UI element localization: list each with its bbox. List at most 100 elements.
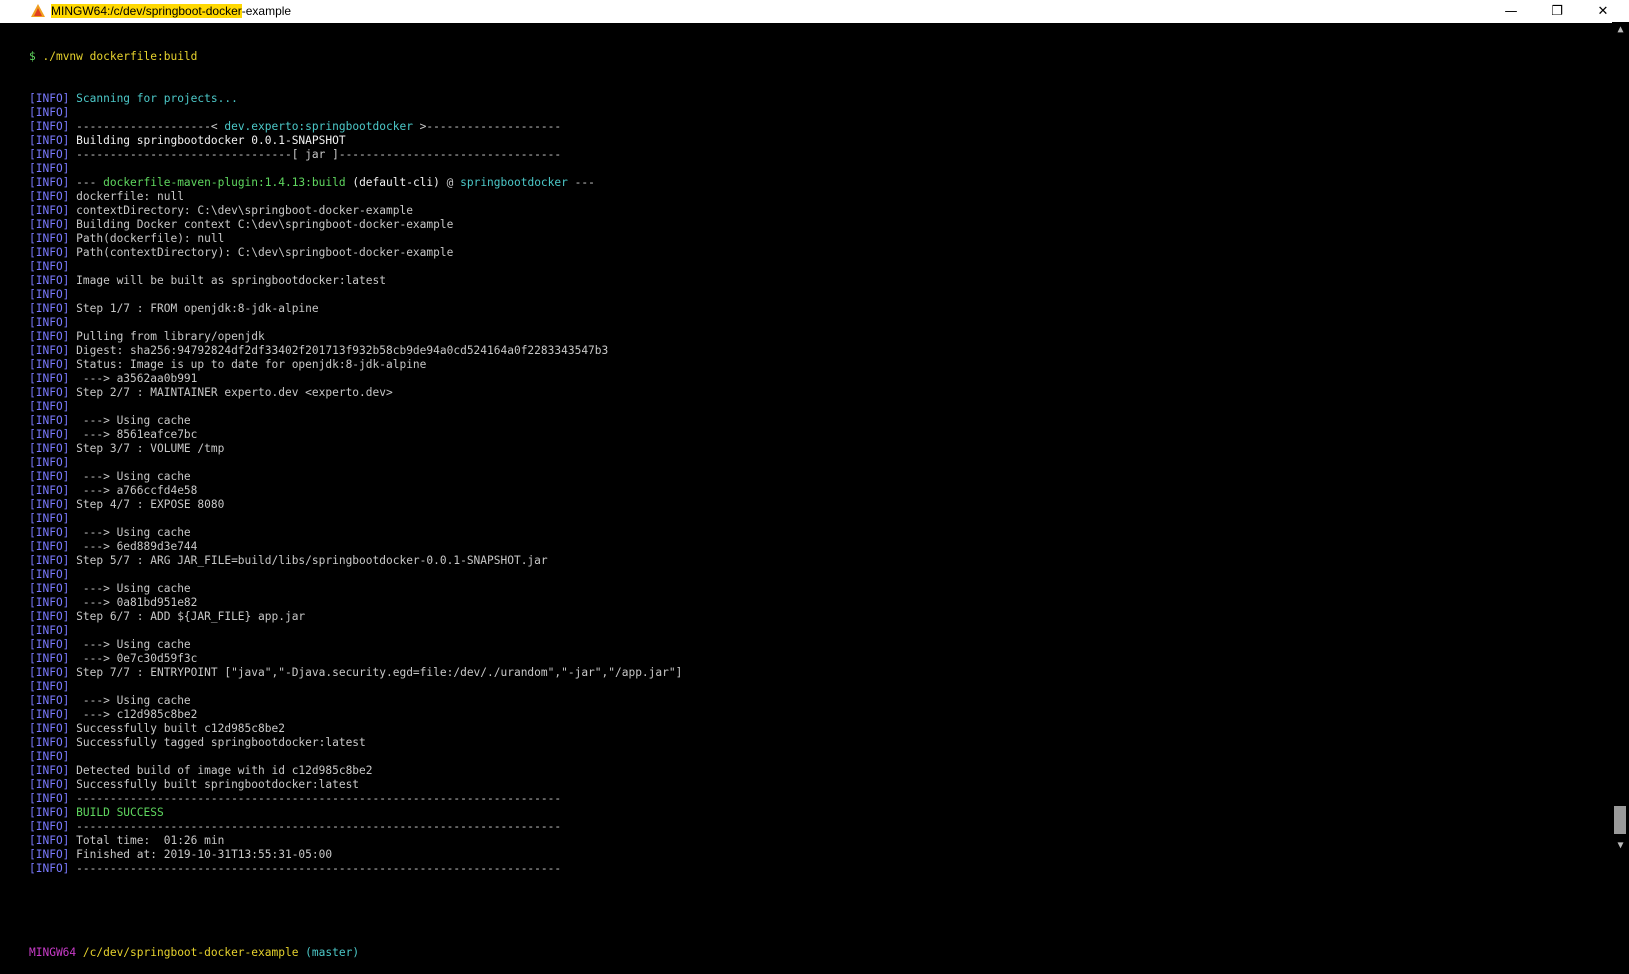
log-line: [INFO] ---> Using cache: [29, 582, 1609, 596]
prompt-path: /c/dev/springboot-docker-example: [76, 946, 299, 959]
log-line: [INFO]: [29, 568, 1609, 582]
title-bar: MINGW64:/c/dev/springboot-docker-example…: [0, 0, 1629, 23]
log-level-tag: [INFO]: [29, 666, 70, 679]
log-level-tag: [INFO]: [29, 302, 70, 315]
log-line: [INFO]: [29, 400, 1609, 414]
terminal-output[interactable]: $ ./mvnw dockerfile:build [INFO] Scannin…: [29, 22, 1609, 959]
log-text: ---> Using cache: [69, 526, 191, 539]
log-level-tag: [INFO]: [29, 764, 70, 777]
log-level-tag: [INFO]: [29, 848, 70, 861]
log-level-tag: [INFO]: [29, 330, 70, 343]
log-level-tag: [INFO]: [29, 190, 70, 203]
log-level-tag: [INFO]: [29, 288, 70, 301]
log-text: ---> Using cache: [69, 582, 191, 595]
git-bash-icon: [31, 4, 45, 17]
log-level-tag: [INFO]: [29, 582, 70, 595]
log-level-tag: [INFO]: [29, 834, 70, 847]
log-level-tag: [INFO]: [29, 316, 70, 329]
log-level-tag: [INFO]: [29, 652, 70, 665]
log-text: ---> Using cache: [69, 638, 191, 651]
log-level-tag: [INFO]: [29, 792, 70, 805]
log-level-tag: [INFO]: [29, 512, 70, 525]
log-line: [INFO] Successfully built c12d985c8be2: [29, 722, 1609, 736]
log-line: [INFO] Step 3/7 : VOLUME /tmp: [29, 442, 1609, 456]
log-text: Pulling from library/openjdk: [69, 330, 265, 343]
log-text: Detected build of image with id c12d985c…: [69, 764, 373, 777]
log-level-tag: [INFO]: [29, 638, 70, 651]
close-button[interactable]: ✕: [1580, 0, 1626, 23]
close-icon: ✕: [1597, 4, 1609, 19]
restore-icon: ❐: [1551, 4, 1563, 19]
log-level-tag: [INFO]: [29, 204, 70, 217]
log-text: ---> Using cache: [69, 470, 191, 483]
log-text: Status: Image is up to date for openjdk:…: [69, 358, 427, 371]
log-line: [INFO] ---> 0e7c30d59f3c: [29, 652, 1609, 666]
log-text: ---> Using cache: [69, 694, 191, 707]
log-text: Step 4/7 : EXPOSE 8080: [69, 498, 225, 511]
log-line: [INFO]: [29, 288, 1609, 302]
log-line: [INFO] ---> Using cache: [29, 526, 1609, 540]
log-text: Digest: sha256:94792824df2df33402f201713…: [69, 344, 609, 357]
log-level-tag: [INFO]: [29, 92, 70, 105]
log-level-tag: [INFO]: [29, 414, 70, 427]
log-text: BUILD SUCCESS: [69, 806, 164, 819]
log-line: [INFO] Building springbootdocker 0.0.1-S…: [29, 134, 1609, 148]
log-level-tag: [INFO]: [29, 400, 70, 413]
log-level-tag: [INFO]: [29, 820, 70, 833]
log-line: [INFO] Detected build of image with id c…: [29, 764, 1609, 778]
log-text: ---> 0a81bd951e82: [69, 596, 198, 609]
log-line: [INFO] ---> c12d985c8be2: [29, 708, 1609, 722]
log-text: dev.experto:springbootdocker: [224, 120, 413, 133]
minimize-button[interactable]: —: [1488, 0, 1534, 23]
log-line: [INFO] Total time: 01:26 min: [29, 834, 1609, 848]
log-text: contextDirectory: C:\dev\springboot-dock…: [69, 204, 413, 217]
log-line: [INFO] --------------------< dev.experto…: [29, 120, 1609, 134]
log-level-tag: [INFO]: [29, 442, 70, 455]
log-level-tag: [INFO]: [29, 750, 70, 763]
log-line: [INFO] BUILD SUCCESS: [29, 806, 1609, 820]
log-line: [INFO] ---------------------------------…: [29, 820, 1609, 834]
log-line: [INFO] Pulling from library/openjdk: [29, 330, 1609, 344]
prompt-symbol: $: [29, 50, 36, 63]
log-level-tag: [INFO]: [29, 610, 70, 623]
log-text: Successfully built springbootdocker:late…: [69, 778, 360, 791]
log-text: Image will be built as springbootdocker:…: [69, 274, 386, 287]
log-text: Building springbootdocker 0.0.1-SNAPSHOT: [69, 134, 346, 147]
log-line: [INFO] Digest: sha256:94792824df2df33402…: [29, 344, 1609, 358]
log-line: [INFO] Image will be built as springboot…: [29, 274, 1609, 288]
log-text: springbootdocker: [460, 176, 568, 189]
log-text: Step 2/7 : MAINTAINER experto.dev <exper…: [69, 386, 393, 399]
log-level-tag: [INFO]: [29, 722, 70, 735]
log-line: [INFO] Path(dockerfile): null: [29, 232, 1609, 246]
log-line: [INFO]: [29, 456, 1609, 470]
scroll-up-icon[interactable]: ▲: [1612, 24, 1629, 40]
command-text: ./mvnw dockerfile:build: [35, 50, 198, 63]
log-text: ---> 6ed889d3e744: [69, 540, 198, 553]
log-text: Path(contextDirectory): C:\dev\springboo…: [69, 246, 454, 259]
scroll-down-icon[interactable]: ▼: [1612, 840, 1629, 856]
scrollbar-thumb[interactable]: [1614, 806, 1626, 834]
log-line: [INFO] ---> Using cache: [29, 414, 1609, 428]
log-text: ---> 8561eafce7bc: [69, 428, 198, 441]
log-line: [INFO] contextDirectory: C:\dev\springbo…: [29, 204, 1609, 218]
log-text: Path(dockerfile): null: [69, 232, 225, 245]
log-text: ----------------------------------------…: [69, 862, 562, 875]
log-line: [INFO]: [29, 512, 1609, 526]
log-level-tag: [INFO]: [29, 134, 70, 147]
log-level-tag: [INFO]: [29, 596, 70, 609]
log-line: [INFO]: [29, 316, 1609, 330]
log-line: [INFO] ---------------------------------…: [29, 792, 1609, 806]
log-text: dockerfile-maven-plugin:1.4.13:build: [103, 176, 346, 189]
log-level-tag: [INFO]: [29, 246, 70, 259]
log-text: Successfully tagged springbootdocker:lat…: [69, 736, 366, 749]
restore-button[interactable]: ❐: [1534, 0, 1580, 23]
log-level-tag: [INFO]: [29, 176, 70, 189]
log-text: --------------------<: [69, 120, 225, 133]
log-text: Step 6/7 : ADD ${JAR_FILE} app.jar: [69, 610, 306, 623]
log-text: --------------------------------[ jar ]-…: [69, 148, 562, 161]
log-line: [INFO] --- dockerfile-maven-plugin:1.4.1…: [29, 176, 1609, 190]
log-text: ---> c12d985c8be2: [69, 708, 198, 721]
log-line: [INFO] Step 2/7 : MAINTAINER experto.dev…: [29, 386, 1609, 400]
scrollbar[interactable]: [1612, 22, 1629, 860]
